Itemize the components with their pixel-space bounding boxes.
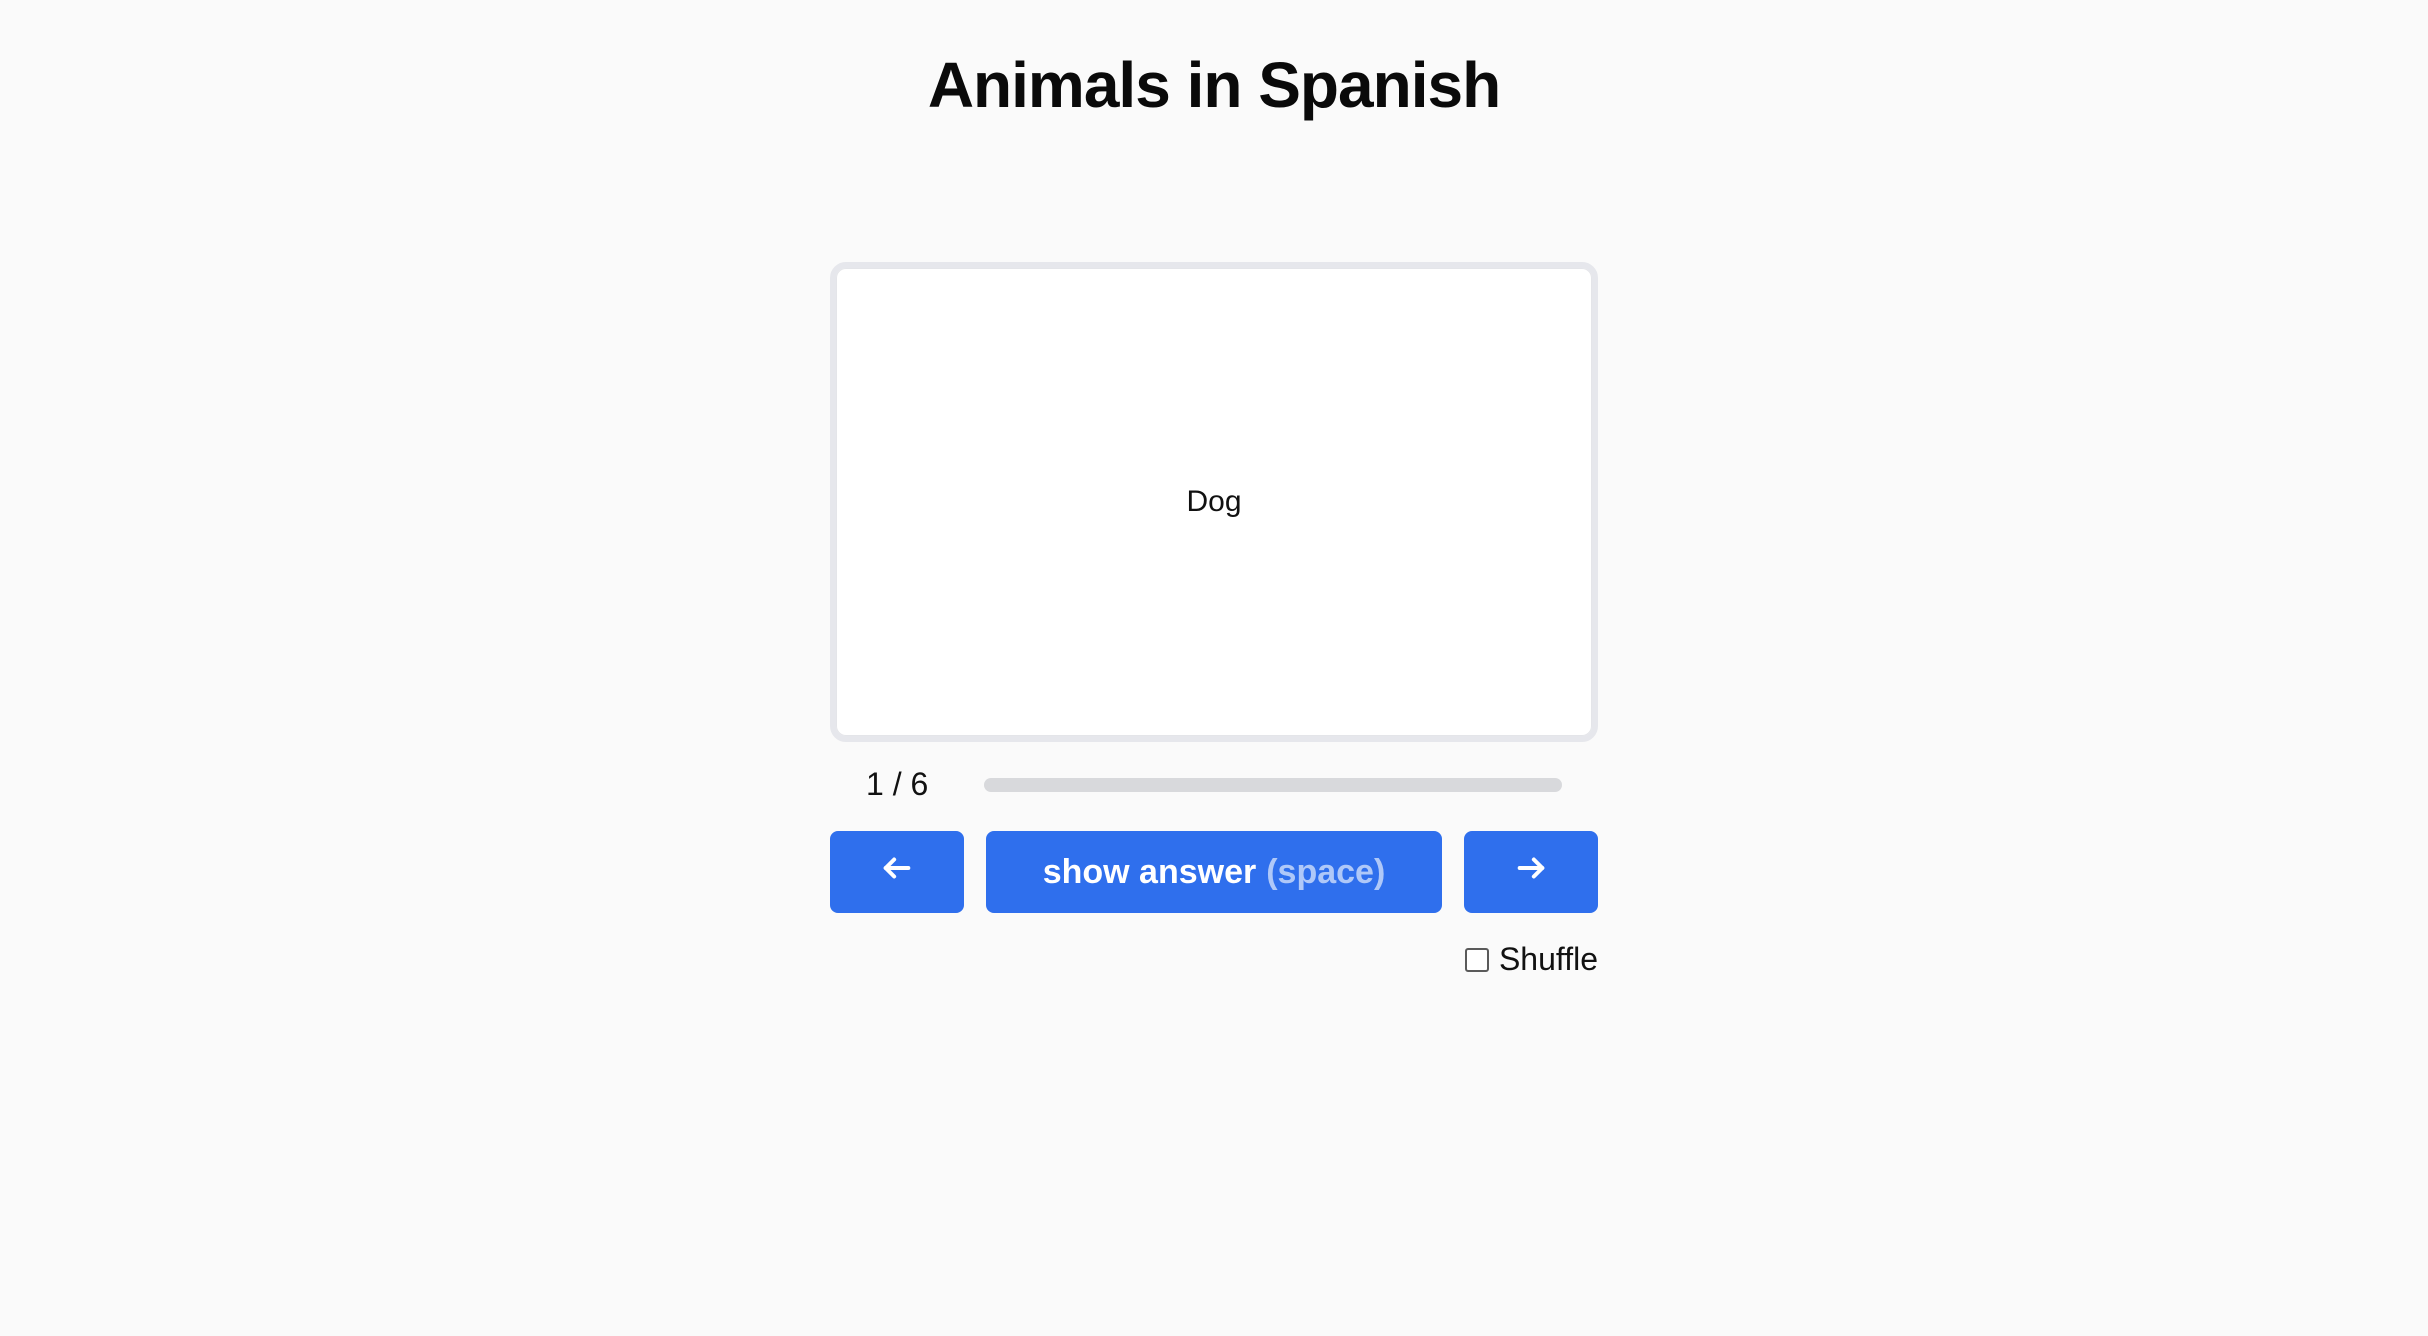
show-answer-button[interactable]: show answer (space) xyxy=(986,831,1442,913)
flashcard[interactable]: Dog xyxy=(830,262,1598,742)
show-answer-label: show answer xyxy=(1043,853,1257,892)
shuffle-checkbox[interactable] xyxy=(1465,948,1489,972)
controls-row: show answer (space) xyxy=(830,831,1598,913)
shuffle-label: Shuffle xyxy=(1499,941,1598,978)
flashcard-area: Dog 1 / 6 show answer (space) xyxy=(830,262,1598,978)
arrow-right-icon xyxy=(1514,851,1548,893)
progress-bar xyxy=(984,778,1562,792)
flashcard-front-text: Dog xyxy=(1186,485,1241,519)
prev-button[interactable] xyxy=(830,831,964,913)
card-counter: 1 / 6 xyxy=(866,766,928,803)
flashcard-inner: Dog xyxy=(836,268,1592,736)
page-title: Animals in Spanish xyxy=(928,48,1500,122)
arrow-left-icon xyxy=(880,851,914,893)
shuffle-row: Shuffle xyxy=(830,941,1598,978)
next-button[interactable] xyxy=(1464,831,1598,913)
show-answer-hint: (space) xyxy=(1266,853,1385,892)
app-container: Animals in Spanish Dog 1 / 6 xyxy=(0,0,2428,978)
progress-row: 1 / 6 xyxy=(830,766,1598,803)
